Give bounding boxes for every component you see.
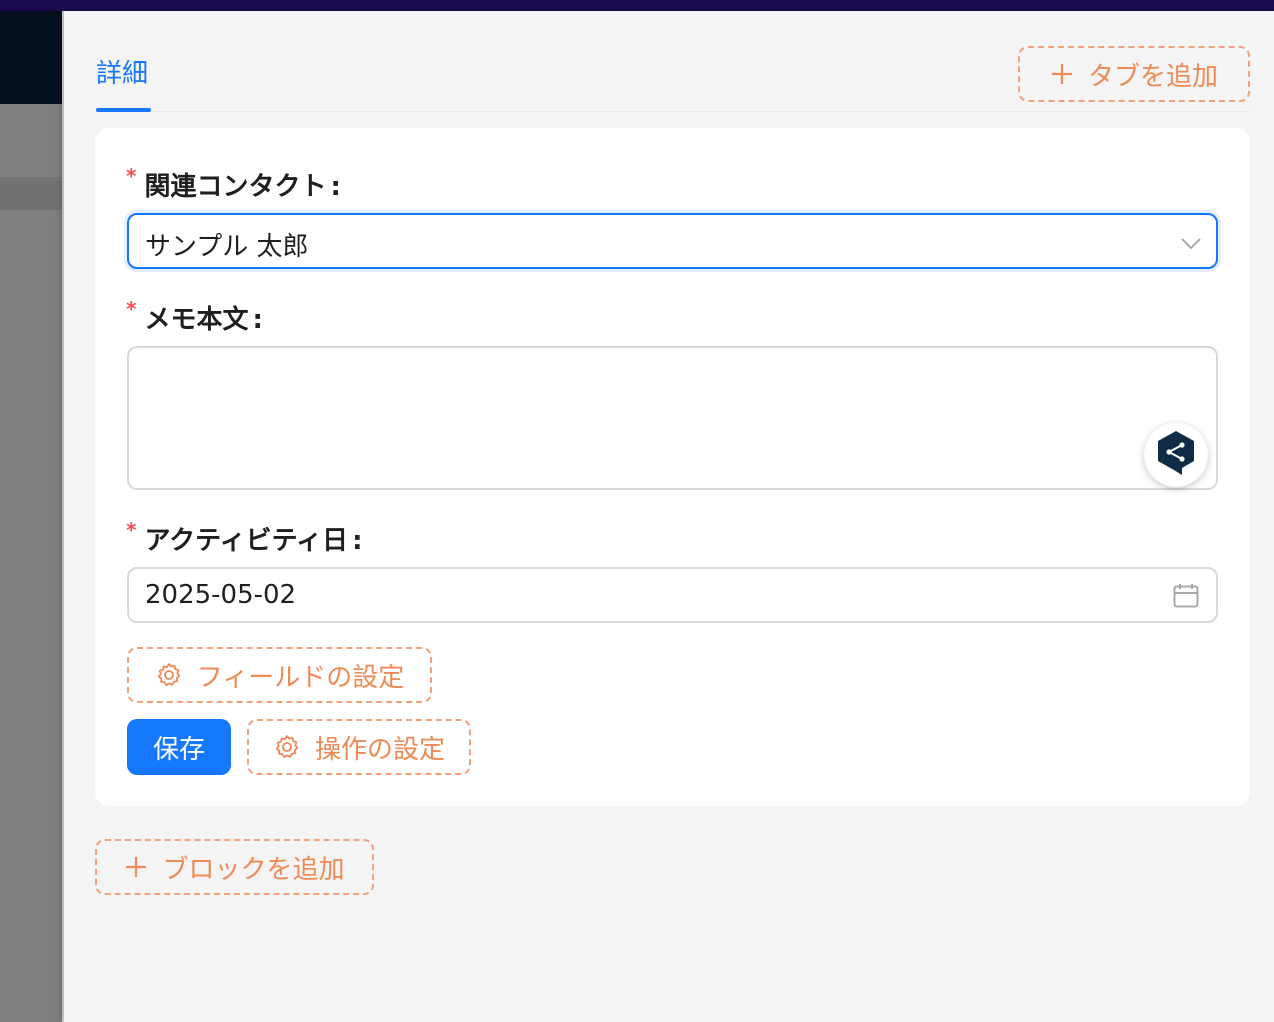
save-button[interactable]: 保存 [127, 719, 231, 775]
activity-date-label: * アクティビティ日: [126, 518, 363, 556]
field-settings-label: フィールドの設定 [196, 661, 405, 692]
action-settings-button[interactable]: 操作の設定 [247, 719, 471, 775]
add-tab-label: タブを追加 [1087, 60, 1218, 91]
assistant-bubble-button[interactable] [1144, 423, 1208, 487]
tab-active-indicator [96, 108, 151, 112]
required-mark: * [126, 297, 137, 321]
gear-icon [273, 733, 301, 761]
contact-select-value: サンプル 太郎 [145, 232, 309, 262]
add-tab-button[interactable]: タブを追加 [1018, 46, 1250, 102]
contact-label: * 関連コンタクト: [126, 164, 341, 202]
tab-details[interactable]: 詳細 [96, 54, 148, 112]
activity-date-picker[interactable]: 2025-05-02 [127, 567, 1218, 623]
calendar-icon [1172, 582, 1200, 614]
app-divider [0, 178, 64, 179]
required-mark: * [126, 164, 137, 188]
chevron-down-icon [1180, 232, 1202, 258]
plus-icon [1050, 62, 1074, 86]
app-top-bar [0, 0, 1274, 11]
plus-icon [124, 855, 148, 879]
activity-date-value: 2025-05-02 [145, 580, 297, 610]
action-settings-label: 操作の設定 [314, 733, 445, 764]
assistant-bubble-icon [1155, 429, 1197, 481]
field-settings-button[interactable]: フィールドの設定 [127, 647, 432, 703]
gear-icon [155, 661, 183, 689]
memo-textarea[interactable] [127, 346, 1218, 490]
app-table-header [0, 180, 64, 210]
add-block-label: ブロックを追加 [162, 853, 345, 884]
add-block-button[interactable]: ブロックを追加 [95, 839, 374, 895]
tabs-divider [96, 111, 1250, 112]
memo-label: * メモ本文: [126, 297, 263, 335]
contact-select[interactable]: サンプル 太郎 [127, 213, 1218, 269]
required-mark: * [126, 518, 137, 542]
app-overlay-mask[interactable] [0, 104, 64, 1022]
app-header-dark [0, 11, 64, 104]
